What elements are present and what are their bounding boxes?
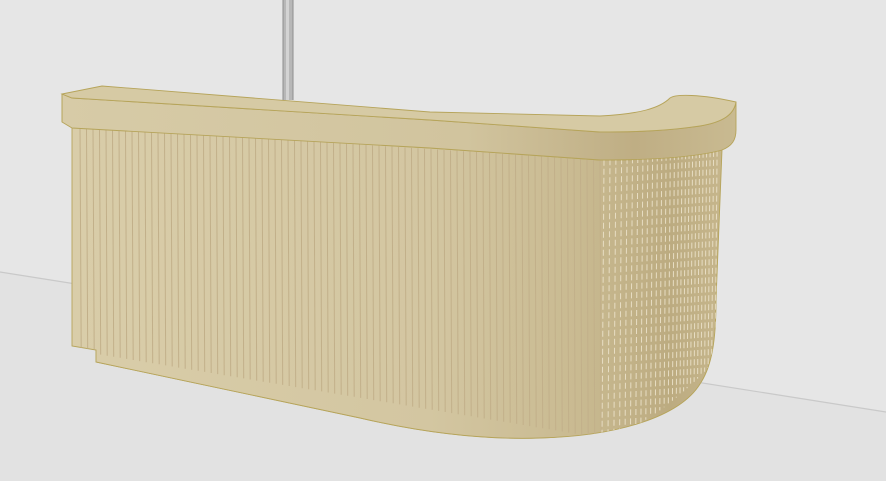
ceiling-pole [282, 0, 294, 100]
3d-viewport[interactable] [0, 0, 886, 481]
scene-canvas[interactable] [0, 0, 886, 481]
